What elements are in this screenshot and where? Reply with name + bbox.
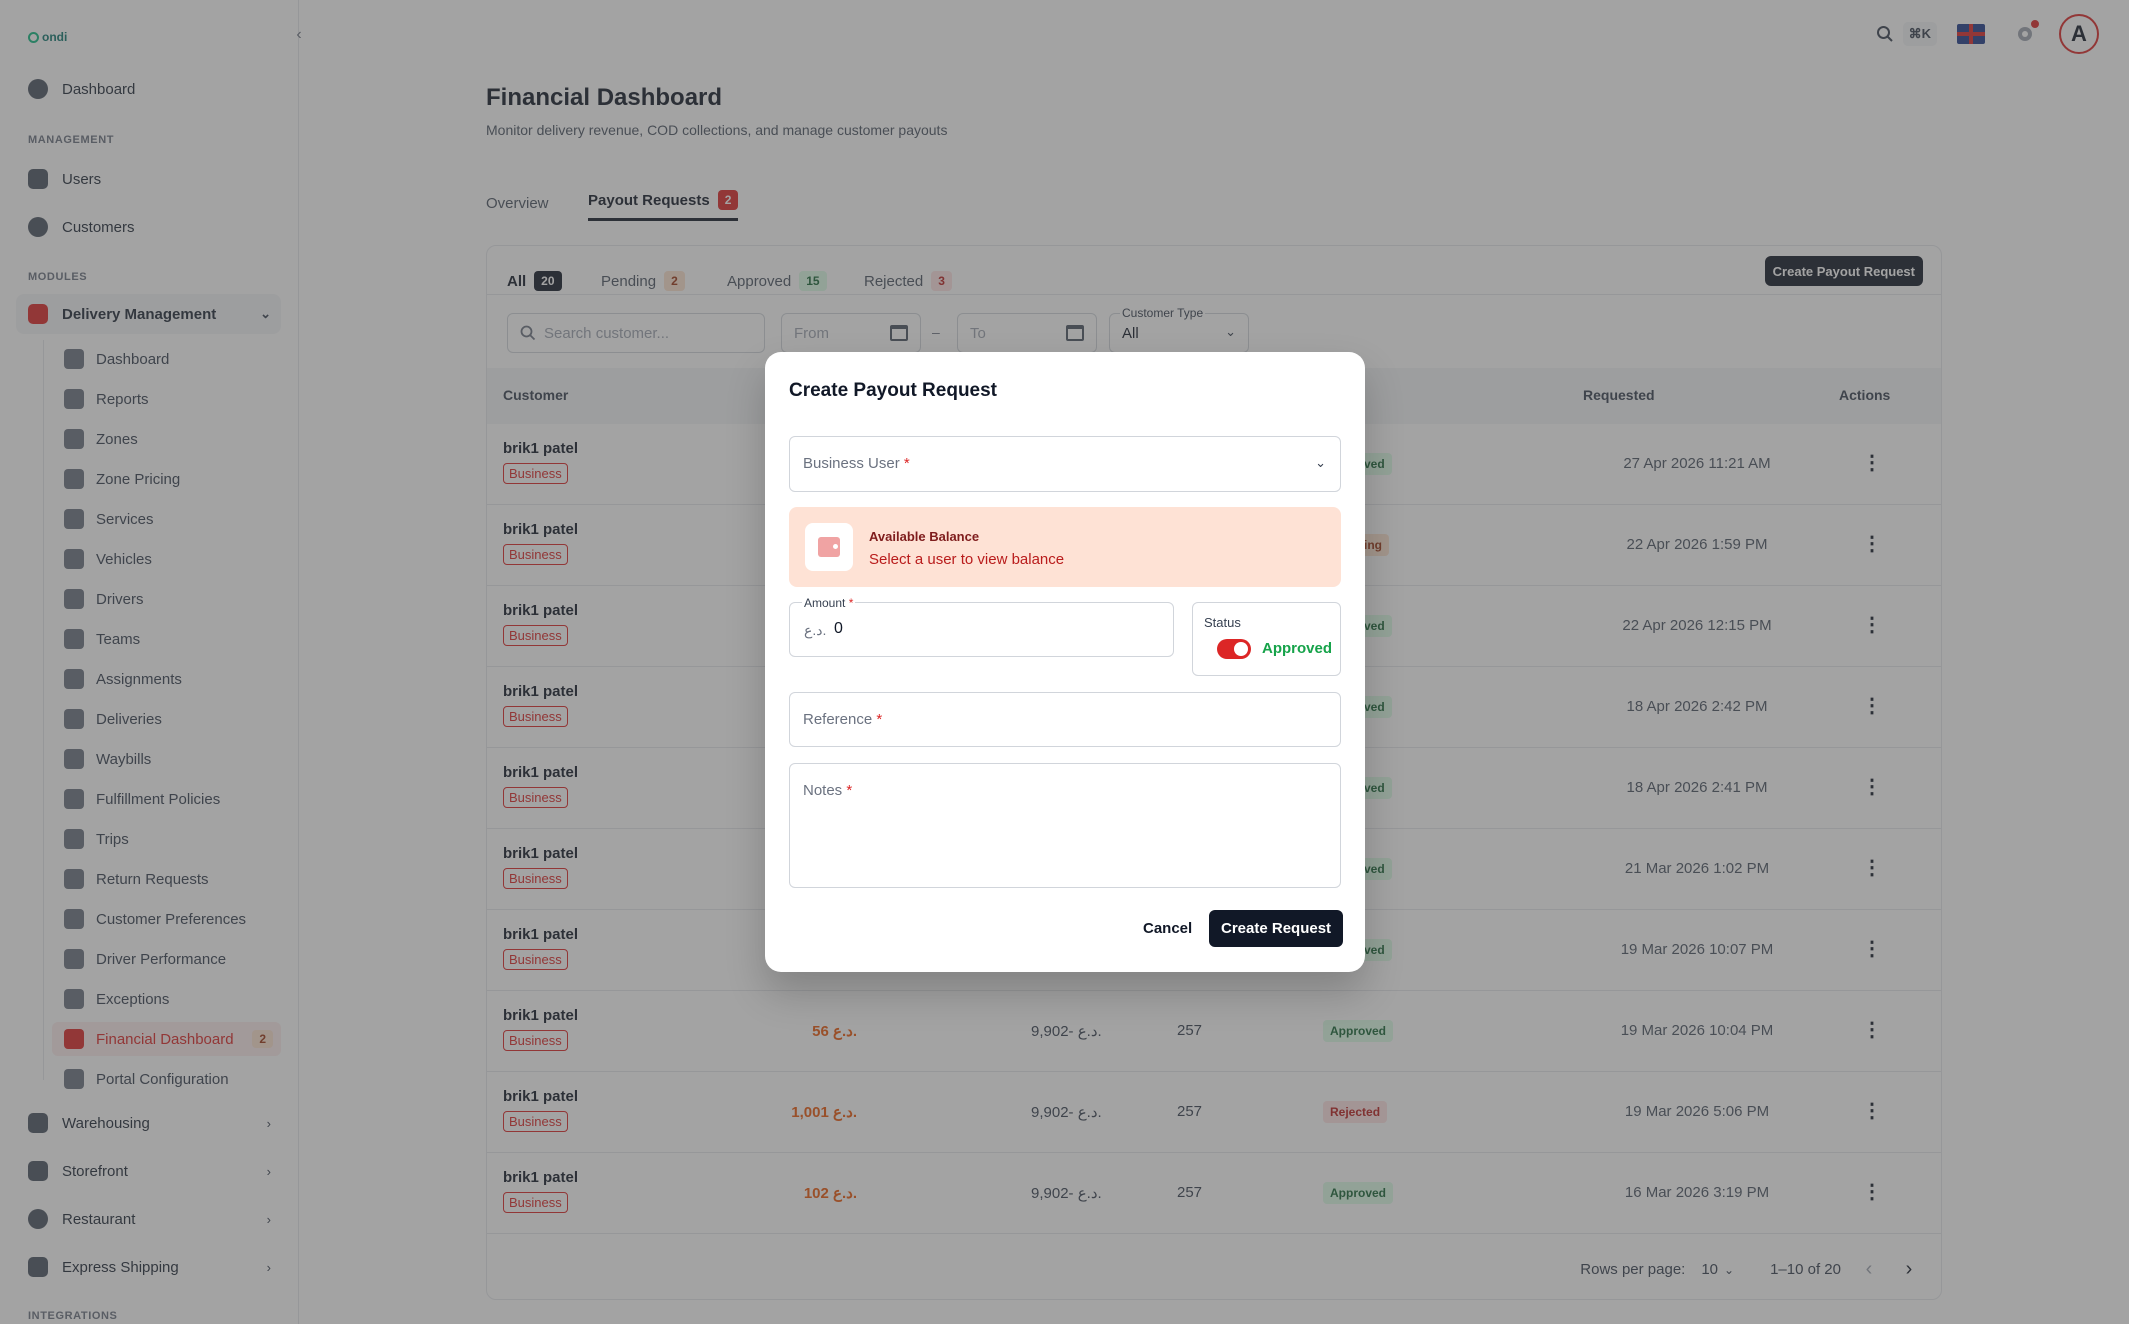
- balance-hint: Select a user to view balance: [869, 551, 1065, 568]
- amount-label: Amount *: [802, 596, 856, 610]
- required-mark: *: [903, 455, 910, 472]
- balance-title: Available Balance: [869, 529, 980, 544]
- placeholder-text: Reference: [803, 711, 873, 728]
- reference-placeholder: Reference *: [803, 711, 882, 728]
- create-payout-dialog: Create Payout Request Business User * ⌄ …: [765, 352, 1365, 972]
- toggle-knob: [1234, 642, 1248, 656]
- wallet-icon: [805, 523, 853, 571]
- amount-field[interactable]: Amount * د.ع. 0: [789, 596, 1174, 657]
- dialog-title: Create Payout Request: [789, 380, 998, 401]
- amount-value: 0: [834, 620, 843, 637]
- status-label: Status: [1204, 615, 1241, 630]
- business-user-placeholder: Business User *: [803, 455, 910, 472]
- notes-placeholder: Notes *: [803, 782, 852, 799]
- placeholder-text: Business User: [803, 455, 900, 472]
- cancel-button[interactable]: Cancel: [1131, 910, 1204, 946]
- required-mark: *: [876, 711, 883, 728]
- required-mark: *: [846, 782, 853, 799]
- status-control: Status Approved: [1192, 602, 1341, 676]
- label-text: Amount: [804, 596, 846, 610]
- chevron-down-icon: ⌄: [1315, 455, 1326, 470]
- business-user-select[interactable]: Business User * ⌄: [789, 436, 1341, 492]
- placeholder-text: Notes: [803, 782, 843, 799]
- required-mark: *: [848, 596, 854, 610]
- reference-field[interactable]: Reference *: [789, 692, 1341, 747]
- available-balance-panel: Available Balance Select a user to view …: [789, 507, 1341, 587]
- create-request-button[interactable]: Create Request: [1209, 910, 1344, 947]
- status-value: Approved: [1262, 640, 1333, 657]
- status-toggle[interactable]: [1217, 639, 1251, 659]
- currency-prefix: د.ع.: [804, 622, 827, 638]
- notes-textarea[interactable]: Notes *: [789, 763, 1341, 888]
